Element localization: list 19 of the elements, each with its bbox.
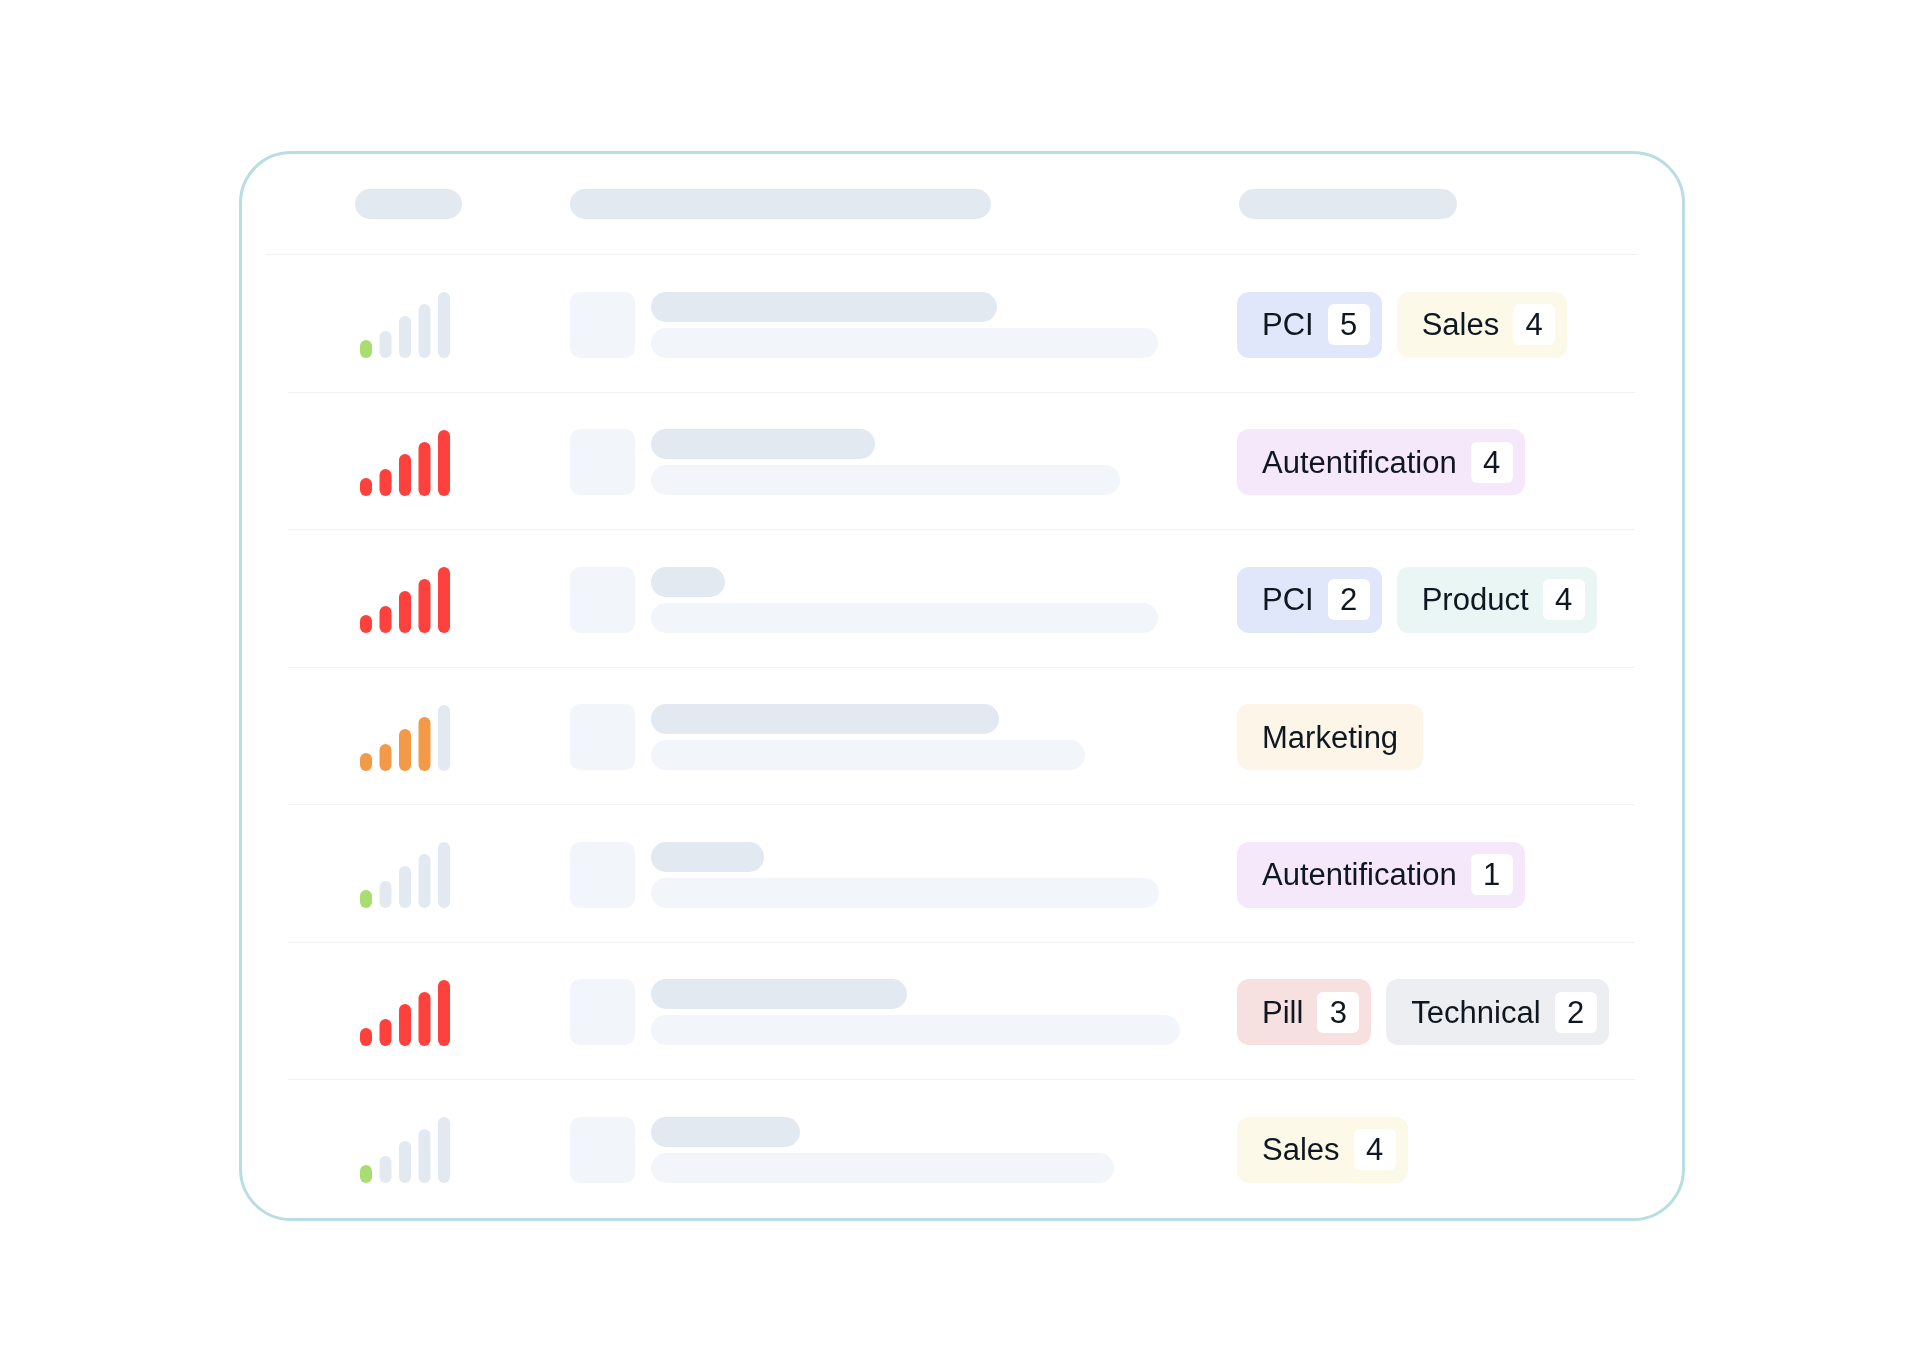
tag-count: 4 — [1353, 1129, 1396, 1170]
tag-label: Autentification — [1262, 446, 1457, 478]
tag-count: 4 — [1542, 579, 1585, 620]
tag-label: Pill — [1262, 996, 1304, 1028]
tag-label: Technical — [1411, 996, 1541, 1028]
tag-count: 4 — [1470, 441, 1513, 483]
tag-label: Marketing — [1262, 721, 1399, 753]
tag-count: 1 — [1470, 854, 1513, 895]
tag-count: 5 — [1327, 304, 1370, 345]
tag-label: PCI — [1262, 584, 1314, 615]
tag-count: 2 — [1327, 579, 1370, 620]
tag-count: 3 — [1317, 991, 1360, 1033]
tag-count: 4 — [1513, 304, 1556, 345]
tag-label: Autentification — [1262, 859, 1457, 890]
tag-count: 2 — [1554, 991, 1597, 1033]
tag-label: Sales — [1262, 1134, 1340, 1165]
tag-label: Sales — [1421, 309, 1500, 340]
tag-label: Product — [1421, 584, 1529, 615]
tag-label: PCI — [1262, 309, 1314, 340]
